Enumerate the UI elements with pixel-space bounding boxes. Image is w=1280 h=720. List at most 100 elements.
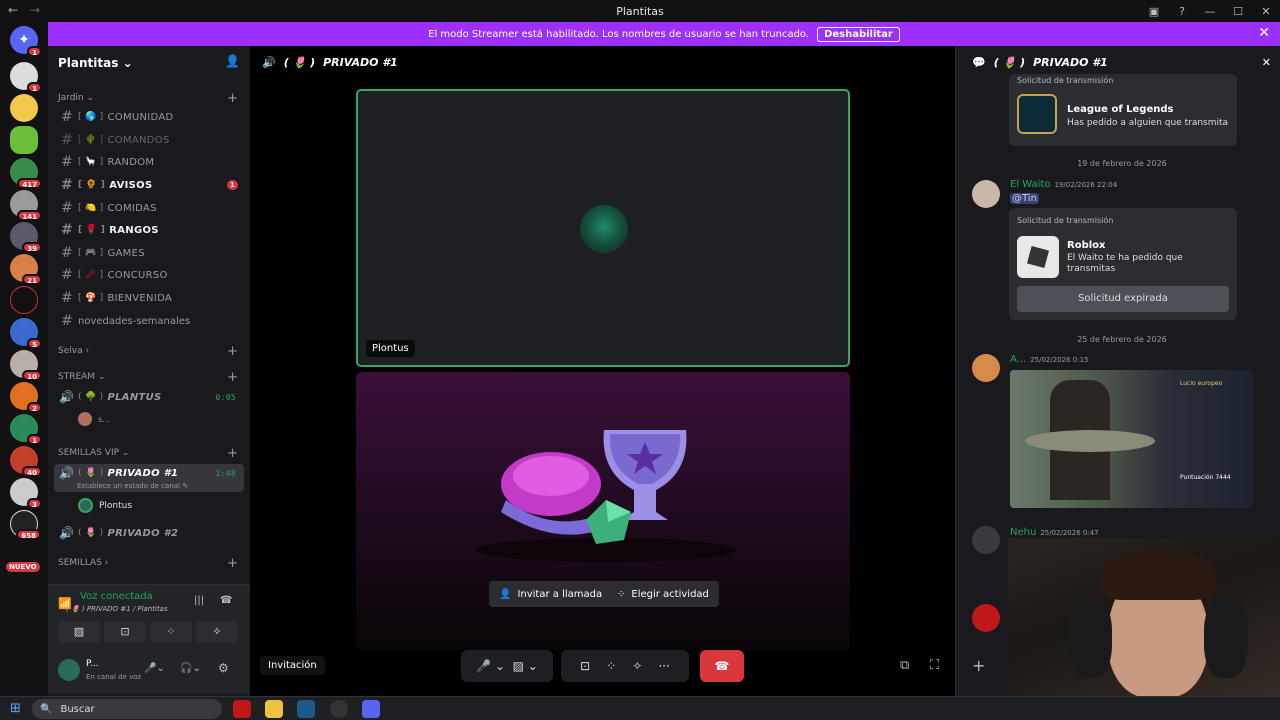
windows-start-icon[interactable]: ⊞ [10, 701, 21, 716]
category-stream[interactable]: STREAM ⌄ + [58, 370, 238, 385]
noise-suppression-icon[interactable]: ||| [194, 595, 204, 606]
server-icon[interactable] [10, 94, 38, 122]
shared-screenshot[interactable]: Lucio europeo Puntuación 7444 [1010, 370, 1253, 508]
steam-icon[interactable] [297, 700, 315, 718]
server-icon[interactable]: 40 [10, 446, 42, 477]
server-icon-plantitas[interactable] [10, 126, 38, 154]
minimize-button[interactable]: — [1196, 5, 1224, 18]
disable-streamer-button[interactable]: Deshabilitar [817, 26, 900, 42]
channel-comandos[interactable]: #[ 🌵 ] COMANDOS [56, 130, 244, 150]
add-channel-icon[interactable]: + [227, 556, 238, 571]
voice-channel-privado-1[interactable]: 🔊( 🌷 ) PRIVADO #1 1:48 [56, 463, 244, 483]
channel-rangos[interactable]: #[ 🌹 ] RANGOS [56, 220, 244, 240]
headphones-icon[interactable]: 🎧⌄ [180, 663, 201, 674]
author-name[interactable]: El Waito [1010, 179, 1050, 190]
back-arrow-icon[interactable]: ← [8, 3, 18, 17]
popout-icon[interactable]: ⧉ [900, 658, 909, 673]
discord-home-icon[interactable]: ✦ 1 [10, 26, 42, 57]
opera-icon[interactable] [233, 700, 251, 718]
add-channel-icon[interactable]: + [227, 370, 238, 385]
channel-label: COMIDAS [107, 202, 157, 214]
inbox-icon[interactable]: ▣ [1140, 5, 1168, 18]
fullscreen-icon[interactable]: ⛶ [930, 658, 939, 673]
user-mention[interactable]: @Tin [1010, 193, 1039, 204]
avatar[interactable] [972, 604, 1000, 632]
disconnect-icon[interactable]: ☎ [220, 595, 232, 606]
channel-comunidad[interactable]: #[ 🌎 ] COMUNIDAD [56, 107, 244, 127]
discord-taskbar-icon[interactable] [362, 700, 380, 718]
screen-share-icon[interactable]: ⊡ [580, 659, 590, 673]
invite-to-call-button[interactable]: 👤 Invitar a llamada [489, 581, 613, 607]
choose-activity-button[interactable]: ⁘ Elegir actividad [607, 581, 719, 607]
screen-share-button[interactable]: ⊡ [104, 621, 146, 643]
server-icon[interactable]: 1 [10, 62, 42, 93]
close-window-button[interactable]: ✕ [1252, 5, 1280, 18]
channel-concurso[interactable]: #[ 🥢 ] CONCURSO [56, 265, 244, 285]
file-explorer-icon[interactable] [265, 700, 283, 718]
voice-channel-plantus[interactable]: 🔊( 🌳 ) PLANTUS 0:05 [56, 387, 244, 407]
settings-gear-icon[interactable]: ⚙ [218, 661, 229, 675]
channel-comidas[interactable]: #[ 🍋 ] COMIDAS [56, 198, 244, 218]
soundboard-icon[interactable]: ✧ [632, 659, 642, 673]
game-name: Roblox [1067, 240, 1106, 251]
server-icon[interactable]: 39 [10, 222, 42, 253]
server-icon[interactable]: 141 [10, 190, 42, 221]
category-vip[interactable]: SEMILLAS VIP ⌄ + [58, 446, 238, 461]
add-channel-icon[interactable]: + [227, 91, 238, 106]
microphone-icon[interactable]: 🎤⌄ [144, 663, 165, 674]
channel-novedades[interactable]: # novedades-semanales [56, 311, 244, 331]
maximize-button[interactable]: ☐ [1224, 5, 1252, 18]
category-jardin[interactable]: Jardín ⌄ + [58, 91, 238, 106]
attach-plus-icon[interactable]: + [972, 656, 1000, 680]
close-banner-icon[interactable]: ✕ [1258, 25, 1270, 41]
user-avatar[interactable] [58, 659, 80, 681]
channel-label: RANDOM [107, 156, 155, 168]
camera-off-button[interactable]: ▨ [58, 621, 100, 643]
close-chat-icon[interactable]: ✕ [1262, 56, 1271, 69]
add-channel-icon[interactable]: + [227, 446, 238, 461]
server-header[interactable]: Plantitas ⌄ 👤 [48, 46, 250, 78]
channel-games[interactable]: #[ 🎮 ] GAMES [56, 243, 244, 263]
author-name[interactable]: A... [1010, 354, 1026, 365]
server-icon[interactable]: 3 [10, 478, 42, 509]
server-icon[interactable]: 1 [10, 414, 42, 445]
add-member-icon[interactable]: 👤 [225, 54, 240, 68]
server-icon[interactable]: 658 [10, 510, 41, 540]
activities-button[interactable]: ⁘ [150, 621, 192, 643]
category-semillas[interactable]: SEMILLAS › + [58, 556, 238, 571]
channel-avisos[interactable]: #[ 🌻 ] AVISOS 1 [56, 175, 244, 195]
soundboard-button[interactable]: ✧ [196, 621, 238, 643]
voice-channel-path[interactable]: ( 🌷 ) PRIVADO #1 / Plantitas [66, 605, 168, 613]
voice-member[interactable]: Plontus [78, 498, 132, 513]
server-icon[interactable]: 5 [10, 318, 42, 349]
server-icon[interactable] [10, 286, 38, 314]
voice-member[interactable]: s... [78, 412, 110, 426]
channel-random[interactable]: #[ 🦙 ] RANDOM [56, 152, 244, 172]
channel-bienvenida[interactable]: #[ 🍄 ] BIENVENIDA [56, 288, 244, 308]
activities-icon[interactable]: ⁘ [606, 659, 616, 673]
disconnect-button[interactable]: ☎ [700, 650, 744, 682]
author-name[interactable]: Nehu [1010, 527, 1036, 538]
participant-tile[interactable]: Plontus [356, 89, 850, 367]
taskbar-search[interactable]: 🔍 Buscar [32, 699, 222, 719]
category-selva[interactable]: Selva › + [58, 344, 238, 359]
voice-connected-label[interactable]: Voz conectada [80, 591, 153, 602]
help-icon[interactable]: ? [1168, 5, 1196, 18]
voice-channel-privado-2[interactable]: 🔊( 🌷 ) PRIVADO #2 [56, 523, 244, 543]
microphone-control[interactable]: 🎤 ⌄ ▨ ⌄ [461, 650, 553, 682]
server-icon[interactable]: 2 [10, 382, 42, 413]
avatar[interactable] [972, 180, 1000, 208]
emoji-text: 🌷 [1002, 55, 1017, 69]
forward-arrow-icon[interactable]: → [30, 3, 40, 17]
server-icon[interactable]: 21 [10, 254, 42, 285]
server-icon[interactable]: 417 [10, 158, 42, 189]
app-icon[interactable] [330, 700, 348, 718]
avatar[interactable] [972, 354, 1000, 382]
channel-status-prompt[interactable]: Establece un estado de canal ✎ [77, 482, 188, 490]
more-options-icon[interactable]: ··· [658, 659, 669, 673]
server-icon[interactable]: 10 [10, 350, 42, 381]
request-expired-button[interactable]: Solicitud expirada [1017, 286, 1229, 312]
avatar[interactable] [972, 526, 1000, 554]
channel-label: CONCURSO [107, 269, 168, 281]
add-channel-icon[interactable]: + [227, 344, 238, 359]
